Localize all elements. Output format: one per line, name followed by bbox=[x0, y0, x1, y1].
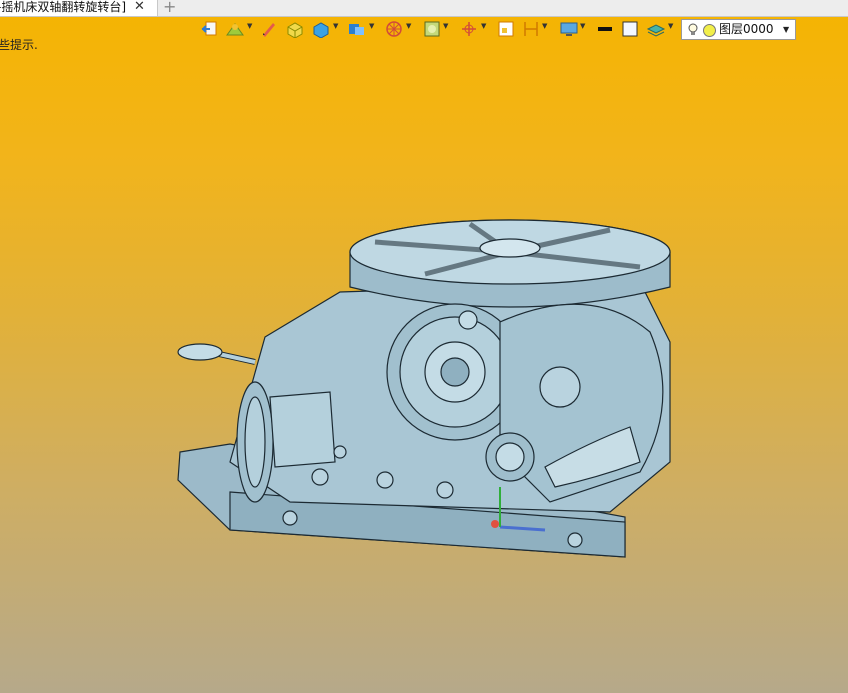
box-icon[interactable] bbox=[284, 20, 306, 38]
sketch-icon[interactable] bbox=[495, 20, 517, 38]
wheel-dropdown-icon[interactable]: ▼ bbox=[406, 22, 411, 30]
chevron-down-icon[interactable]: ▼ bbox=[783, 20, 789, 39]
status-hint: 些提示. bbox=[0, 38, 38, 52]
white-color-icon[interactable] bbox=[619, 20, 641, 38]
new-tab-button[interactable]: + bbox=[163, 0, 176, 16]
close-tab-icon[interactable]: ✕ bbox=[134, 0, 145, 14]
lightbulb-icon bbox=[688, 23, 698, 35]
wheel-icon[interactable] bbox=[383, 20, 405, 38]
layer-name: 图层0000 bbox=[719, 22, 774, 36]
layer-select[interactable]: 图层0000 ▼ bbox=[681, 19, 796, 40]
layer-stack-icon[interactable] bbox=[645, 20, 667, 38]
target-icon[interactable] bbox=[458, 20, 480, 38]
layer-color-icon bbox=[703, 24, 716, 37]
document-tab[interactable]: -摇机床双轴翻转旋转台] ✕ bbox=[0, 0, 158, 16]
document-tab-title: -摇机床双轴翻转旋转台] bbox=[0, 0, 127, 14]
dimension-icon[interactable] bbox=[520, 20, 542, 38]
black-color-icon[interactable] bbox=[594, 20, 616, 38]
paint-dropdown-icon[interactable]: ▼ bbox=[247, 22, 252, 30]
target-dropdown-icon[interactable]: ▼ bbox=[481, 22, 486, 30]
frame-dropdown-icon[interactable]: ▼ bbox=[443, 22, 448, 30]
rotary-table-model[interactable] bbox=[170, 212, 680, 562]
solid-dropdown-icon[interactable]: ▼ bbox=[333, 22, 338, 30]
solid-icon[interactable] bbox=[310, 20, 332, 38]
layer-stack-dropdown-icon[interactable]: ▼ bbox=[668, 22, 673, 30]
monitor-dropdown-icon[interactable]: ▼ bbox=[580, 22, 585, 30]
monitor-icon[interactable] bbox=[558, 20, 580, 38]
pen-icon[interactable] bbox=[258, 20, 280, 38]
dimension-dropdown-icon[interactable]: ▼ bbox=[542, 22, 547, 30]
paint-icon[interactable] bbox=[224, 20, 246, 38]
extrude-dropdown-icon[interactable]: ▼ bbox=[369, 22, 374, 30]
tab-strip: -摇机床双轴翻转旋转台] ✕ + bbox=[0, 0, 848, 17]
exit-sketch-icon[interactable] bbox=[200, 20, 222, 38]
extrude-icon[interactable] bbox=[346, 20, 368, 38]
frame-icon[interactable] bbox=[421, 20, 443, 38]
